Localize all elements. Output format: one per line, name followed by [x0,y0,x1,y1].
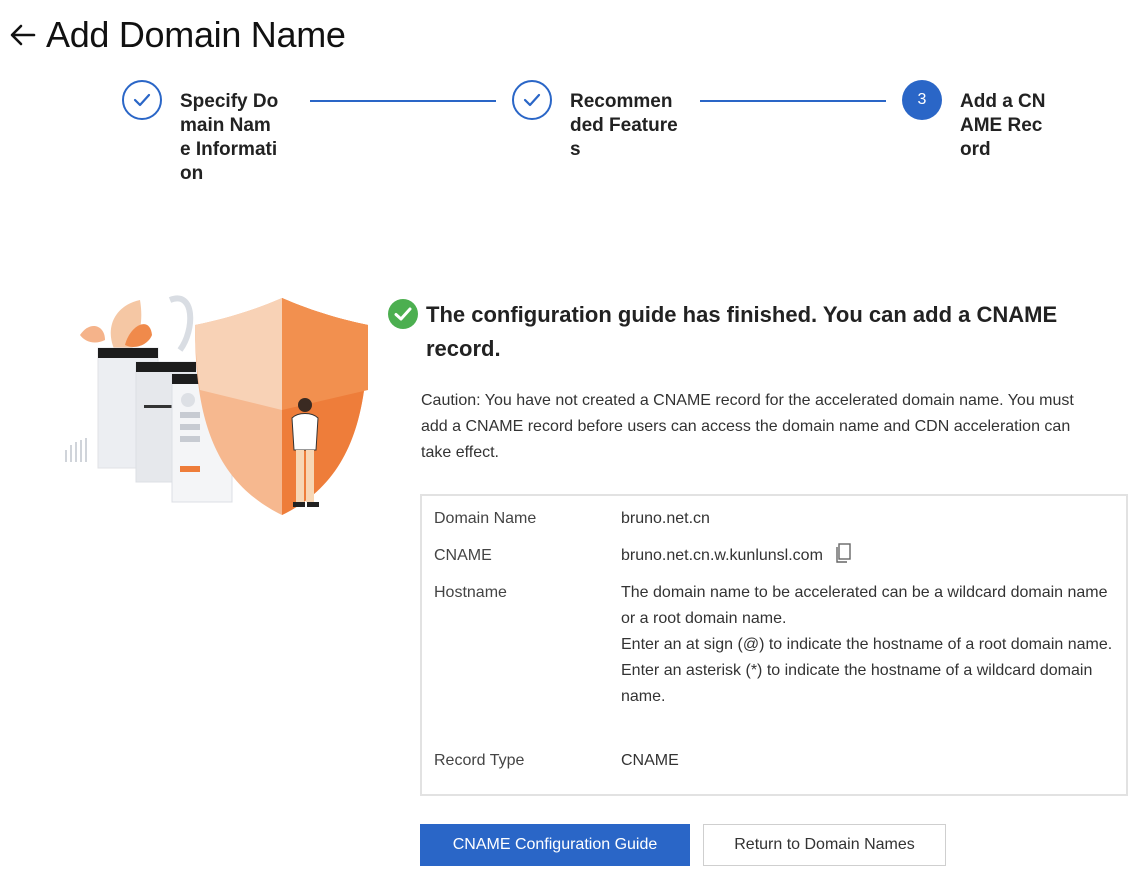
step-label: Specify Domain Name Information [180,91,279,184]
field-label: CNAME [434,547,492,564]
progress-steps: Specify Domain Name Information Recommen… [0,0,1144,230]
hostname-line: Enter an at sign (@) to indicate the hos… [621,636,1113,653]
step-label: Recommended Features [570,91,678,160]
field-label: Hostname [434,584,507,601]
step-add-cname: 3 Add a CNAME Record [902,80,1050,162]
security-shield-illustration [65,295,368,515]
step-specify-domain: Specify Domain Name Information [122,80,280,186]
field-label: Record Type [434,752,525,769]
field-value: bruno.net.cn [621,510,710,527]
hostname-line: Enter an asterisk (*) to indicate the ho… [621,662,1093,705]
step-connector [700,100,886,102]
caution-text: Caution: You have not created a CNAME re… [421,392,1074,461]
field-value: CNAME [621,752,679,769]
cname-value: bruno.net.cn.w.kunlunsl.com [621,547,823,564]
step-number: 3 [902,80,942,120]
checkmark-icon [523,93,541,107]
checkmark-icon [133,93,151,107]
result-title: The configuration guide has finished. Yo… [426,302,1058,361]
result-panel: The configuration guide has finished. Yo… [388,298,1128,466]
hostname-line: The domain name to be accelerated can be… [621,584,1108,627]
success-check-icon [388,299,418,329]
step-label: Add a CNAME Record [960,91,1046,160]
step-connector [310,100,496,102]
step-recommended-features: Recommended Features [512,80,678,162]
cname-info-table: Domain Name bruno.net.cn CNAME bruno.net… [420,494,1128,796]
field-label: Domain Name [434,510,537,527]
copy-icon[interactable] [835,543,852,563]
step-complete-icon [122,80,162,120]
cname-configuration-guide-button[interactable]: CNAME Configuration Guide [420,824,690,866]
hostname-description: The domain name to be accelerated can be… [621,580,1121,710]
field-value-wrap: bruno.net.cn.w.kunlunsl.com [621,543,1121,569]
result-title-row: The configuration guide has finished. Yo… [388,298,1128,366]
step-complete-icon [512,80,552,120]
return-to-domain-names-button[interactable]: Return to Domain Names [703,824,946,866]
